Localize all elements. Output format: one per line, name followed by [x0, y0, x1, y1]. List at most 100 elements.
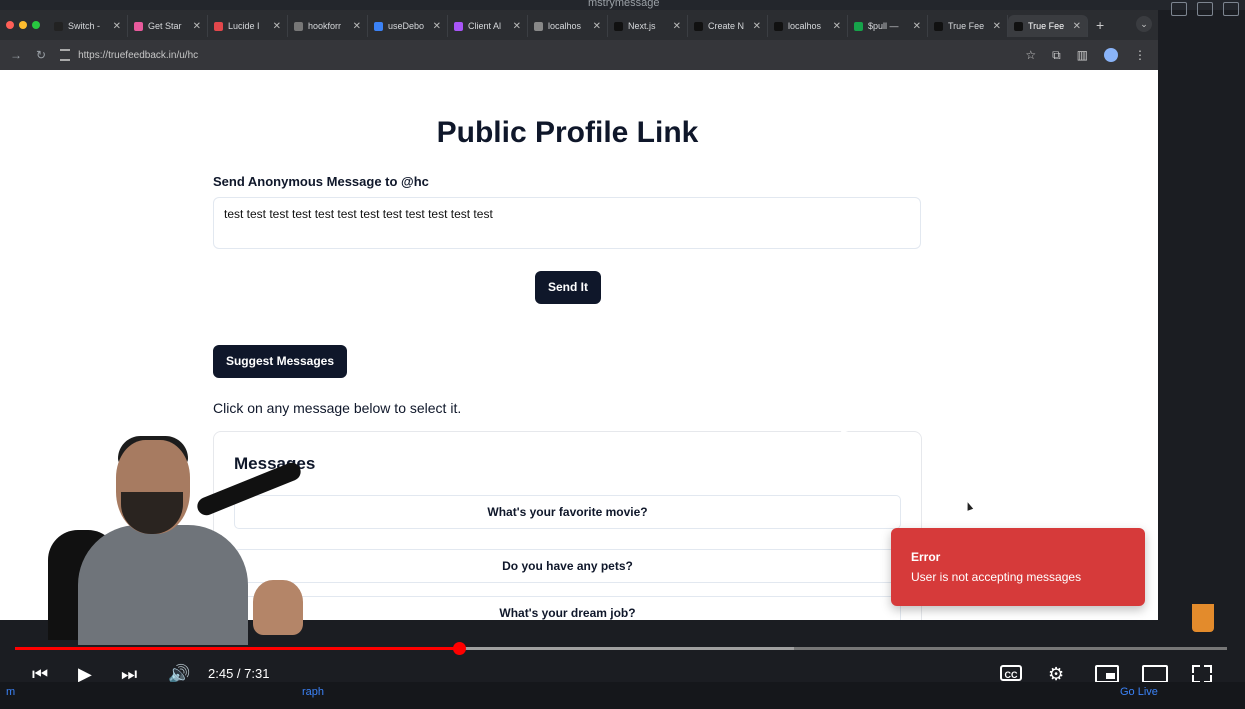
video-progress-bar[interactable] — [15, 647, 459, 650]
browser-tab[interactable]: True Fee ✕ — [928, 15, 1008, 37]
tab-close-icon[interactable]: ✕ — [513, 21, 521, 32]
messages-card: Messages What's your favorite movie? Do … — [213, 431, 922, 620]
tab-close-icon[interactable]: ✕ — [833, 21, 841, 32]
tab-label: Get Star — [148, 21, 182, 31]
tab-favicon-icon — [534, 21, 543, 31]
tab-label: localhos — [788, 21, 822, 31]
tab-label: True Fee — [948, 21, 985, 31]
tab-close-icon[interactable]: ✕ — [113, 21, 121, 32]
browser-tab[interactable]: $pull — ✕ — [848, 15, 928, 37]
tab-label: Lucide I — [228, 21, 260, 31]
nav-buttons: → ↻ — [10, 48, 46, 62]
error-toast[interactable]: Error User is not accepting messages — [891, 528, 1145, 606]
window-title: mstrymessage — [588, 0, 660, 9]
miniplayer-icon[interactable] — [1095, 665, 1119, 683]
maximize-window-icon[interactable] — [32, 21, 40, 29]
select-hint: Click on any message below to select it. — [213, 400, 462, 416]
sidepanel-icon[interactable]: ▥ — [1077, 48, 1088, 62]
tab-favicon-icon — [694, 21, 703, 31]
layout-icon[interactable] — [1171, 2, 1187, 16]
tab-label: Create N — [708, 21, 745, 31]
window-controls — [6, 21, 40, 29]
suggested-message[interactable]: What's your dream job? — [234, 596, 901, 620]
ide-top-strip: mstrymessage — [0, 0, 1245, 16]
new-tab-icon[interactable]: + — [1096, 17, 1104, 33]
more-menu-icon[interactable]: ⋮ — [1134, 48, 1146, 62]
site-info-icon[interactable] — [60, 49, 71, 61]
url-text: https://truefeedback.in/u/hc — [78, 49, 199, 61]
status-left: m — [6, 686, 16, 698]
status-mid: raph — [302, 686, 325, 698]
profile-avatar-icon[interactable] — [1104, 48, 1118, 62]
tab-close-icon[interactable]: ✕ — [593, 21, 601, 32]
tab-favicon-icon — [854, 21, 863, 31]
suggested-message[interactable]: What's your favorite movie? — [234, 495, 901, 529]
tab-label: hookforr — [308, 21, 342, 31]
tab-close-icon[interactable]: ✕ — [193, 21, 201, 32]
suggested-message[interactable]: Do you have any pets? — [234, 549, 901, 583]
browser-tab[interactable]: localhos ✕ — [528, 15, 608, 37]
page-title: Public Profile Link — [436, 116, 699, 149]
presenter-webcam — [8, 430, 308, 645]
tab-label: useDebo — [388, 21, 425, 31]
panel-icon[interactable] — [1223, 2, 1239, 16]
browser-tab[interactable]: Client Al ✕ — [448, 15, 528, 37]
theater-mode-icon[interactable] — [1142, 665, 1168, 683]
tabs: Switch - ✕ Get Star ✕ Lucide I ✕ hookforr ✕ useD… — [48, 13, 1088, 37]
tab-search-icon[interactable]: ⌄ — [1136, 16, 1152, 32]
browser-tab[interactable]: localhos ✕ — [768, 15, 848, 37]
tab-label: $pull — — [868, 21, 899, 31]
tab-close-icon[interactable]: ✕ — [273, 21, 281, 32]
captions-icon[interactable]: CC — [1000, 665, 1022, 681]
ide-status-bar: m raph Go Live — [0, 682, 1245, 709]
toast-title: Error — [911, 550, 941, 564]
presenter-hand — [253, 580, 303, 635]
url-field[interactable]: https://truefeedback.in/u/hc — [60, 45, 1000, 65]
extensions-icon[interactable]: ⧉ — [1052, 48, 1061, 63]
tab-bar: Switch - ✕ Get Star ✕ Lucide I ✕ hookforr ✕ useD… — [0, 10, 1158, 40]
tab-favicon-icon — [374, 21, 383, 31]
tab-close-icon[interactable]: ✕ — [433, 21, 441, 32]
tab-label: True Fee — [1028, 21, 1065, 31]
tab-favicon-icon — [934, 21, 943, 31]
message-textarea[interactable]: test test test test test test test test … — [213, 197, 921, 249]
minimize-window-icon[interactable] — [19, 21, 27, 29]
ide-layout-icons — [1171, 2, 1239, 16]
tab-favicon-icon — [614, 21, 623, 31]
tab-close-icon[interactable]: ✕ — [993, 21, 1001, 32]
tab-favicon-icon — [134, 21, 143, 31]
browser-actions: ☆ ⧉ ▥ ⋮ — [1025, 48, 1146, 63]
browser-tab[interactable]: Get Star ✕ — [128, 15, 208, 37]
tab-favicon-icon — [454, 21, 463, 31]
browser-tab[interactable]: Create N ✕ — [688, 15, 768, 37]
browser-tab[interactable]: Next.js ✕ — [608, 15, 688, 37]
cup-icon — [1192, 604, 1214, 632]
send-it-button[interactable]: Send It — [535, 271, 601, 304]
browser-tab[interactable]: True Fee ✕ — [1008, 15, 1088, 37]
tab-close-icon[interactable]: ✕ — [1073, 21, 1081, 32]
go-live-button[interactable]: Go Live — [1120, 686, 1158, 698]
tab-close-icon[interactable]: ✕ — [913, 21, 921, 32]
fullscreen-icon[interactable] — [1192, 665, 1212, 683]
tab-label: Client Al — [468, 21, 502, 31]
tab-label: Switch - — [68, 21, 101, 31]
sidebar-icon[interactable] — [1197, 2, 1213, 16]
suggest-messages-button[interactable]: Suggest Messages — [213, 345, 347, 378]
scrubber-handle[interactable] — [452, 642, 466, 655]
close-window-icon[interactable] — [6, 21, 14, 29]
browser-tab[interactable]: hookforr ✕ — [288, 15, 368, 37]
toast-description: User is not accepting messages — [911, 570, 1082, 584]
microphone — [194, 460, 304, 518]
browser-tab[interactable]: Switch - ✕ — [48, 15, 128, 37]
tab-close-icon[interactable]: ✕ — [673, 21, 681, 32]
bookmark-star-icon[interactable]: ☆ — [1025, 48, 1036, 62]
message-field-label: Send Anonymous Message to @hc — [213, 174, 429, 189]
tab-label: localhos — [548, 21, 582, 31]
tab-close-icon[interactable]: ✕ — [353, 21, 361, 32]
tab-close-icon[interactable]: ✕ — [753, 21, 761, 32]
browser-tab[interactable]: useDebo ✕ — [368, 15, 448, 37]
video-time: 2:45 / 7:31 — [208, 666, 270, 681]
forward-icon[interactable]: → — [10, 48, 22, 62]
reload-icon[interactable]: ↻ — [36, 48, 46, 62]
browser-tab[interactable]: Lucide I ✕ — [208, 15, 288, 37]
